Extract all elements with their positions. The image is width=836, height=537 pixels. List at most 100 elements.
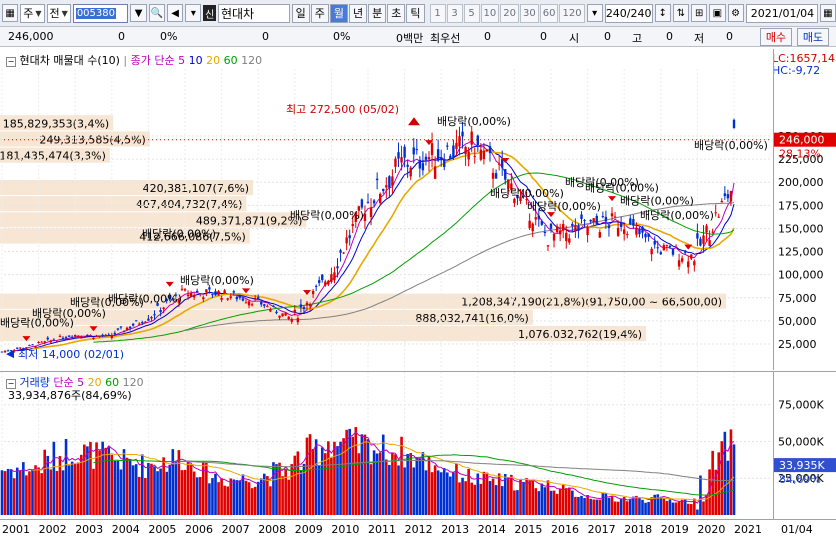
volume-bar bbox=[244, 480, 248, 515]
volume-bar bbox=[644, 502, 647, 515]
market-select[interactable]: 주 ▼ bbox=[20, 3, 45, 23]
volume-bar bbox=[458, 482, 461, 515]
candle-body bbox=[77, 335, 80, 337]
candle-body bbox=[302, 307, 306, 309]
volume-bar bbox=[683, 499, 687, 515]
candle-body bbox=[125, 327, 129, 331]
volume-bar bbox=[391, 453, 394, 515]
volume-bar bbox=[159, 468, 162, 515]
candle-body bbox=[250, 304, 254, 306]
period-button-3[interactable]: 년 bbox=[349, 3, 368, 23]
speaker-icon[interactable]: ◀ bbox=[166, 4, 184, 22]
options-dropdown-icon[interactable]: ▾ bbox=[185, 4, 202, 22]
candle-body bbox=[199, 293, 202, 295]
candle-body bbox=[677, 260, 681, 267]
price-y-tick: 125,000 bbox=[778, 246, 824, 259]
date-field[interactable]: 2021/01/04 bbox=[745, 3, 818, 23]
candle-body bbox=[128, 326, 132, 329]
volume-bar bbox=[208, 483, 211, 515]
candle-body bbox=[86, 334, 89, 336]
candle-body bbox=[101, 334, 104, 337]
compare-icon[interactable]: ⇅ bbox=[672, 4, 690, 22]
volume-bar bbox=[299, 470, 303, 515]
candle-body bbox=[549, 223, 553, 229]
volume-bar bbox=[320, 447, 324, 515]
price-chart[interactable]: 185,829,353(3,4%)249,313,585(4,5%)181,43… bbox=[0, 49, 836, 370]
x-axis: 2001 2002 2003 2004 2005 2006 2007 2008 2009 2010… bbox=[0, 519, 836, 537]
quote-bar: 246,000 0 0% 0 0% 0백만 최우선 0 0 시 0 고 0 저 … bbox=[0, 27, 836, 47]
candle-body bbox=[366, 201, 370, 203]
candle-body bbox=[671, 249, 675, 255]
candle-body bbox=[375, 178, 379, 181]
volume-bar bbox=[110, 454, 114, 515]
interval-button-5[interactable]: 5 bbox=[463, 3, 480, 23]
prev-select[interactable]: 전 ▼ bbox=[46, 3, 71, 23]
candle-body bbox=[656, 247, 659, 249]
dividend-arrow bbox=[242, 288, 250, 294]
save-icon[interactable]: ▣ bbox=[709, 4, 726, 22]
candle-body bbox=[159, 310, 162, 313]
candle-body bbox=[607, 225, 611, 229]
period-button-0[interactable]: 일 bbox=[291, 3, 310, 23]
candle-body bbox=[80, 336, 83, 339]
interval-button-1[interactable]: 1 bbox=[429, 3, 446, 23]
volume-bar bbox=[342, 438, 345, 515]
volume-bar bbox=[186, 460, 190, 515]
volume-bar bbox=[37, 467, 40, 515]
x-year-label: 2017 bbox=[588, 523, 616, 536]
dividend-label: 배당락(0,00%) bbox=[490, 187, 564, 200]
search-icon[interactable]: 🔍 bbox=[148, 4, 165, 22]
interval-button-60[interactable]: 60 bbox=[539, 3, 559, 23]
candle-body bbox=[3, 351, 7, 353]
candle-body bbox=[565, 232, 568, 241]
candle-body bbox=[70, 336, 74, 338]
gear-icon[interactable]: ⚙ bbox=[727, 4, 744, 22]
stock-code-input[interactable]: 005380 bbox=[72, 3, 129, 23]
stock-code-value: 005380 bbox=[75, 7, 116, 19]
interval-button-10[interactable]: 10 bbox=[480, 3, 500, 23]
period-button-4[interactable]: 분 bbox=[368, 3, 387, 23]
count-spin-icon[interactable]: ↕ bbox=[654, 4, 671, 22]
period-button-1[interactable]: 주 bbox=[310, 3, 329, 23]
interval-button-120[interactable]: 120 bbox=[559, 3, 585, 23]
collapse-icon[interactable]: − bbox=[6, 57, 16, 67]
code-dropdown-icon[interactable]: ▼ bbox=[130, 4, 147, 22]
period-button-2[interactable]: 월 bbox=[329, 3, 349, 23]
volume-y-tick: 75,000K bbox=[778, 399, 824, 412]
x-year-label: 2003 bbox=[75, 523, 103, 536]
volume-bar bbox=[635, 495, 638, 515]
data-count-field[interactable]: 240/240 bbox=[604, 3, 653, 23]
grid-menu-icon[interactable]: ▦ bbox=[2, 4, 19, 22]
candle-body bbox=[318, 280, 321, 283]
low-price-label: 최저 14,000 (02/01) bbox=[18, 348, 124, 361]
candle-body bbox=[400, 157, 403, 163]
candle-body bbox=[491, 172, 495, 179]
volume-bar bbox=[363, 434, 367, 515]
candle-body bbox=[0, 351, 4, 353]
sell-button[interactable]: 매도 bbox=[797, 28, 829, 46]
price-chart-panel[interactable]: 185,829,353(3,4%) 249,313,585(4,5%) 181,43… bbox=[0, 49, 836, 370]
volume-bar bbox=[311, 448, 315, 515]
candle-body bbox=[238, 294, 242, 298]
volume-bar bbox=[577, 496, 580, 515]
grid-icon[interactable]: ⊞ bbox=[691, 4, 708, 22]
volume-bar bbox=[153, 466, 156, 515]
buy-button[interactable]: 매수 bbox=[760, 28, 792, 46]
interval-dropdown-icon[interactable]: ▾ bbox=[586, 4, 603, 22]
interval-button-3[interactable]: 3 bbox=[446, 3, 463, 23]
calendar-icon[interactable]: ▦ bbox=[819, 4, 836, 22]
volume-chart-panel[interactable]: 75,000K 50,000K 25,000K 33,935K 84,69% − 거래량… bbox=[0, 371, 836, 520]
stock-name-field[interactable]: 현대차 bbox=[217, 3, 290, 23]
candle-body bbox=[372, 200, 376, 204]
candle-body bbox=[638, 228, 641, 235]
interval-button-30[interactable]: 30 bbox=[520, 3, 539, 23]
period-button-5[interactable]: 초 bbox=[387, 3, 406, 23]
candle-body bbox=[89, 335, 92, 337]
candle-body bbox=[680, 258, 684, 262]
candle-body bbox=[6, 350, 10, 352]
period-button-6[interactable]: 틱 bbox=[406, 3, 425, 23]
current-price-tag: 246,000 bbox=[779, 134, 825, 147]
candle-body bbox=[409, 167, 412, 177]
candle-body bbox=[598, 232, 601, 238]
interval-button-20[interactable]: 20 bbox=[500, 3, 519, 23]
